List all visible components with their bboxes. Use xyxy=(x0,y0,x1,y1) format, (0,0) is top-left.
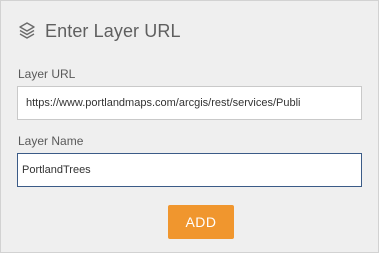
panel-header: Enter Layer URL xyxy=(17,19,181,43)
layer-name-input[interactable] xyxy=(17,153,362,187)
layer-url-input[interactable] xyxy=(17,86,362,120)
enter-layer-url-panel: Enter Layer URL Layer URL Layer Name ADD xyxy=(0,0,379,253)
layer-name-label: Layer Name xyxy=(18,134,84,148)
layers-icon xyxy=(17,21,37,41)
add-button[interactable]: ADD xyxy=(168,205,234,239)
layer-url-label: Layer URL xyxy=(18,67,76,81)
panel-title: Enter Layer URL xyxy=(45,20,181,41)
